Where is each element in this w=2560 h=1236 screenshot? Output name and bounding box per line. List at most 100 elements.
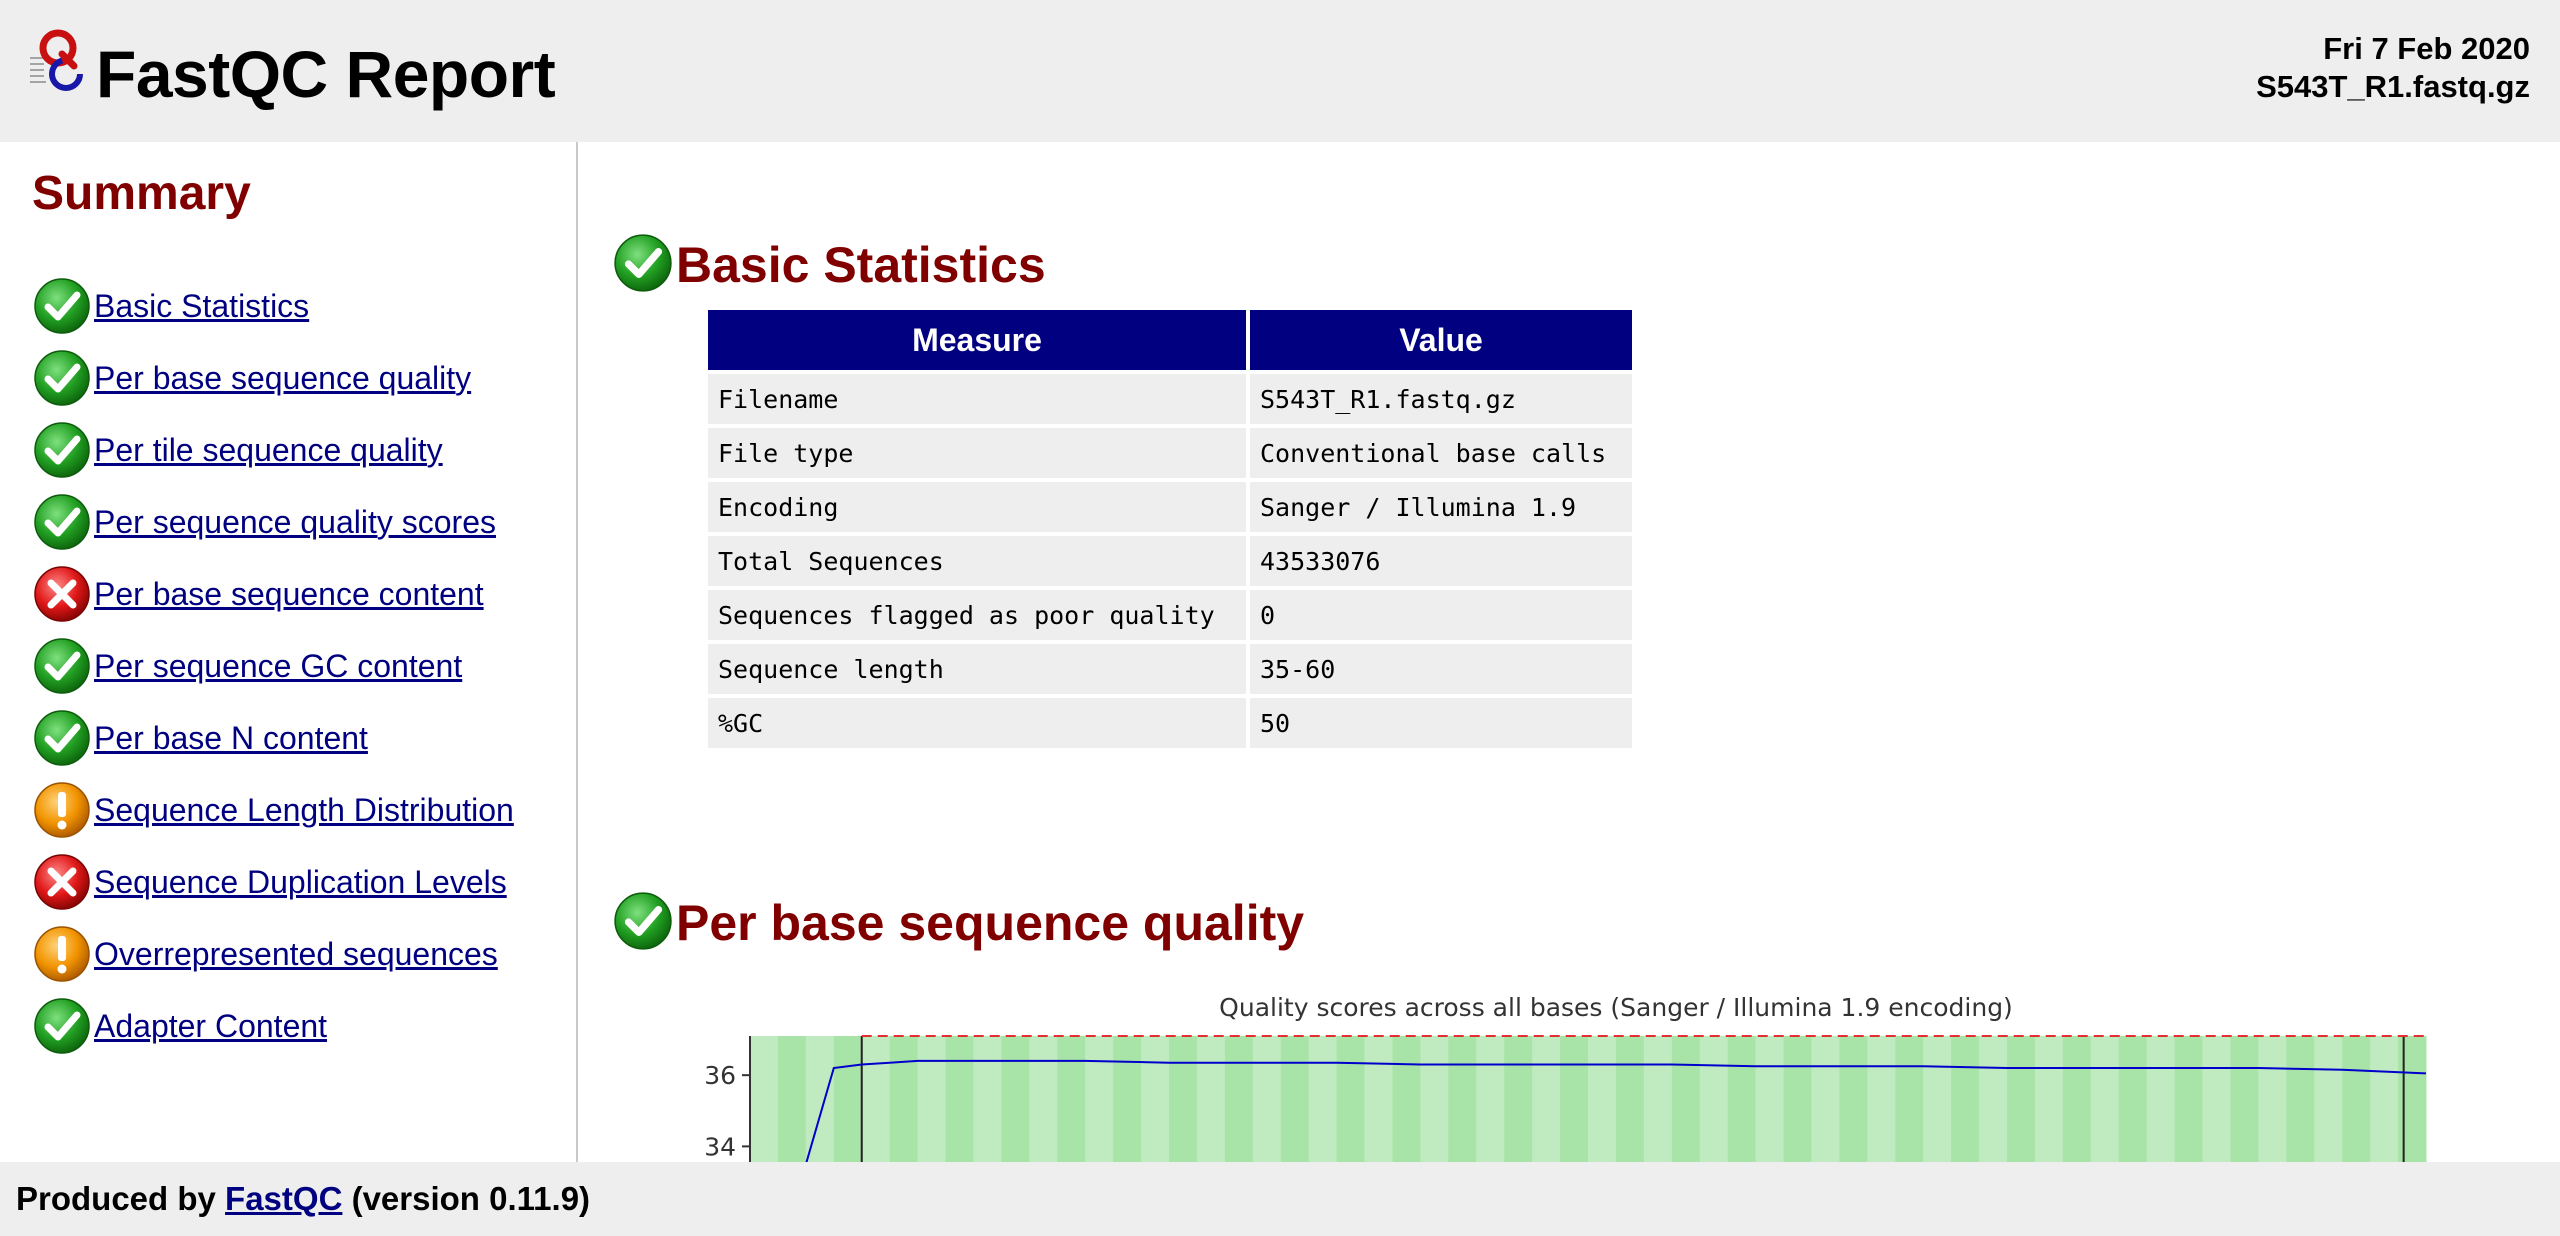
report-filename: S543T_R1.fastq.gz xyxy=(2256,69,2530,104)
quality-band xyxy=(1699,1036,1729,1162)
quality-band xyxy=(2007,1036,2036,1162)
module-title-basic-statistics: Basic Statistics xyxy=(676,237,1046,293)
quality-band xyxy=(1476,1036,1505,1162)
quality-band xyxy=(1448,1036,1477,1162)
summary-link-per-sequence-quality-scores[interactable]: Per sequence quality scores xyxy=(94,504,496,541)
measure-cell: Filename xyxy=(708,374,1246,424)
summary-item-per-sequence-gc-content: Per sequence GC content xyxy=(32,630,514,702)
summary-link-per-tile-sequence-quality[interactable]: Per tile sequence quality xyxy=(94,432,443,469)
pass-icon xyxy=(612,890,674,952)
table-row: Total Sequences 43533076 xyxy=(708,536,1632,586)
quality-band xyxy=(1364,1036,1393,1162)
value-cell: 35-60 xyxy=(1250,644,1632,694)
summary-link-sequence-length-distribution[interactable]: Sequence Length Distribution xyxy=(94,792,514,829)
pass-icon xyxy=(32,996,92,1056)
report-title: FastQC Report xyxy=(96,37,556,111)
quality-band xyxy=(1895,1036,1924,1162)
quality-band xyxy=(1560,1036,1589,1162)
summary-link-overrepresented-sequences[interactable]: Overrepresented sequences xyxy=(94,936,498,973)
table-row: Filename S543T_R1.fastq.gz xyxy=(708,374,1632,424)
report-main[interactable]: Basic Statistics Measure Value Filename … xyxy=(578,142,2560,1162)
value-cell: S543T_R1.fastq.gz xyxy=(1250,374,1632,424)
quality-band xyxy=(1755,1036,1785,1162)
quality-band xyxy=(2174,1036,2204,1162)
summary-link-per-base-n-content[interactable]: Per base N content xyxy=(94,720,368,757)
pass-icon xyxy=(32,492,92,552)
basic-statistics-table: Measure Value Filename S543T_R1.fastq.gz… xyxy=(704,306,1636,752)
quality-band xyxy=(1392,1036,1421,1162)
quality-band xyxy=(777,1036,807,1162)
quality-band xyxy=(1169,1036,1198,1162)
quality-band xyxy=(1671,1036,1701,1162)
pass-icon xyxy=(32,348,92,408)
quality-band xyxy=(2090,1036,2120,1162)
quality-band xyxy=(1783,1036,1812,1162)
measure-cell: %GC xyxy=(708,698,1246,748)
quality-band xyxy=(1811,1036,1840,1162)
quality-band xyxy=(861,1036,891,1162)
summary-item-per-tile-sequence-quality: Per tile sequence quality xyxy=(32,414,514,486)
summary-link-basic-statistics[interactable]: Basic Statistics xyxy=(94,288,309,325)
quality-band xyxy=(1141,1036,1170,1162)
summary-item-per-sequence-quality-scores: Per sequence quality scores xyxy=(32,486,514,558)
quality-band xyxy=(1643,1036,1673,1162)
pass-icon xyxy=(32,636,92,696)
quality-band xyxy=(2146,1036,2176,1162)
y-tick-label: 34 xyxy=(704,1132,736,1161)
summary-item-sequence-duplication-levels: Sequence Duplication Levels xyxy=(32,846,514,918)
summary-link-sequence-duplication-levels[interactable]: Sequence Duplication Levels xyxy=(94,864,507,901)
value-cell: 0 xyxy=(1250,590,1632,640)
report-footer: Produced by FastQC (version 0.11.9) xyxy=(0,1162,2560,1236)
quality-band xyxy=(889,1036,919,1162)
measure-cell: Total Sequences xyxy=(708,536,1246,586)
value-cell: Conventional base calls xyxy=(1250,428,1632,478)
report-meta: Fri 7 Feb 2020 S543T_R1.fastq.gz xyxy=(2256,30,2530,106)
quality-band xyxy=(1727,1036,1757,1162)
quality-band xyxy=(1532,1036,1561,1162)
fastqc-link[interactable]: FastQC xyxy=(225,1180,342,1217)
quality-band xyxy=(2286,1036,2315,1162)
measure-cell: File type xyxy=(708,428,1246,478)
pass-icon xyxy=(612,232,674,294)
footer-version: (version 0.11.9) xyxy=(351,1180,591,1217)
quality-band xyxy=(2314,1036,2343,1162)
quality-band xyxy=(1196,1036,1226,1162)
quality-band xyxy=(805,1036,835,1162)
quality-band xyxy=(1113,1036,1142,1162)
summary-link-per-base-sequence-quality[interactable]: Per base sequence quality xyxy=(94,360,471,397)
pass-icon xyxy=(32,276,92,336)
quality-band xyxy=(2342,1036,2371,1162)
quality-chart: 36 34 Quality scores across all bases (Sa… xyxy=(704,993,2427,1162)
quality-band xyxy=(2034,1036,2064,1162)
quality-band xyxy=(2230,1036,2259,1162)
quality-band xyxy=(833,1036,863,1162)
summary-item-per-base-n-content: Per base N content xyxy=(32,702,514,774)
quality-band xyxy=(1923,1036,1952,1162)
table-row: Sequence length 35-60 xyxy=(708,644,1632,694)
quality-band xyxy=(1504,1036,1533,1162)
quality-band xyxy=(1224,1036,1254,1162)
fastqc-logo-icon xyxy=(30,29,83,91)
quality-band xyxy=(1085,1036,1114,1162)
summary-link-per-base-sequence-content[interactable]: Per base sequence content xyxy=(94,576,484,613)
summary-link-per-sequence-gc-content[interactable]: Per sequence GC content xyxy=(94,648,462,685)
summary-link-adapter-content[interactable]: Adapter Content xyxy=(94,1008,327,1045)
quality-band xyxy=(2398,1036,2427,1162)
report-date: Fri 7 Feb 2020 xyxy=(2323,31,2530,66)
module-title-per-base-sequence-quality: Per base sequence quality xyxy=(676,895,1305,951)
report-header: FastQC Report Fri 7 Feb 2020 S543T_R1.fa… xyxy=(0,0,2560,142)
fail-icon xyxy=(32,564,92,624)
quality-band xyxy=(1867,1036,1896,1162)
value-cell: 50 xyxy=(1250,698,1632,748)
quality-band xyxy=(750,1036,779,1162)
pass-icon xyxy=(32,708,92,768)
quality-band xyxy=(945,1036,974,1162)
table-header-row: Measure Value xyxy=(708,310,1632,370)
pass-icon xyxy=(32,420,92,480)
quality-band xyxy=(1308,1036,1338,1162)
quality-band xyxy=(1252,1036,1282,1162)
quality-band xyxy=(1839,1036,1868,1162)
column-header-value: Value xyxy=(1250,310,1632,370)
summary-item-overrepresented-sequences: Overrepresented sequences xyxy=(32,918,514,990)
measure-cell: Encoding xyxy=(708,482,1246,532)
